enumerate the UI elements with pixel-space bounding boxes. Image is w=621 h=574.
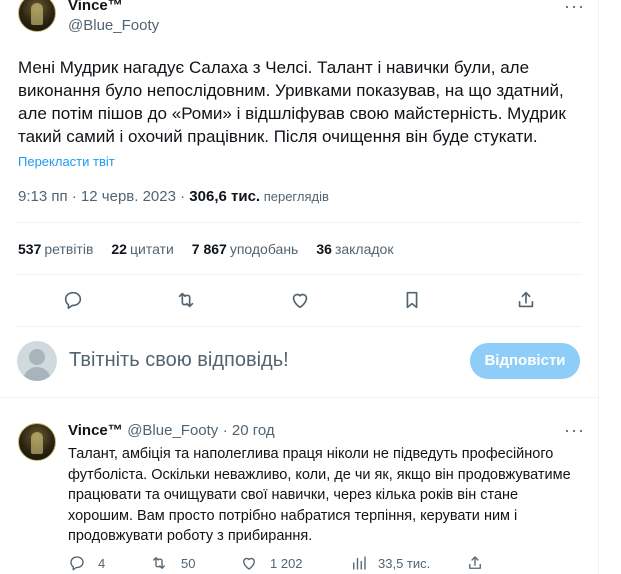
- stat-retweets[interactable]: 537 ретвітів: [18, 241, 93, 257]
- share-icon[interactable]: [515, 289, 537, 311]
- share-icon[interactable]: [466, 554, 484, 572]
- more-options-icon[interactable]: ···: [564, 0, 585, 17]
- like-icon[interactable]: [240, 554, 258, 572]
- reply-icon[interactable]: [68, 554, 86, 572]
- author-avatar[interactable]: [18, 0, 56, 32]
- tweet-timestamp[interactable]: 9:13 пп · 12 черв. 2023 ·: [18, 188, 189, 205]
- translate-tweet-link[interactable]: Перекласти твіт: [18, 154, 115, 169]
- divider: [16, 222, 582, 223]
- reply-author-name[interactable]: Vince™: [68, 422, 123, 439]
- tweet-meta: 9:13 пп · 12 черв. 2023 · 306,6 тис. пер…: [18, 188, 329, 205]
- reply-more-options-icon[interactable]: ···: [564, 420, 585, 441]
- reply-author-avatar[interactable]: [18, 423, 56, 461]
- bookmark-icon[interactable]: [401, 289, 423, 311]
- reply-icon[interactable]: [62, 289, 84, 311]
- stat-quotes[interactable]: 22 цитати: [111, 241, 173, 257]
- retweet-count: 50: [181, 556, 196, 571]
- reply-author-handle[interactable]: @Blue_Footy: [127, 422, 218, 439]
- divider: [16, 274, 582, 275]
- reply-age[interactable]: · 20 год: [223, 422, 275, 439]
- reply-actions: 4 50 1 202 33,5 тис.: [68, 554, 588, 574]
- stat-likes[interactable]: 7 867 уподобань: [192, 241, 299, 257]
- divider: [16, 326, 582, 327]
- tweet-detail-panel: Vince™ @Blue_Footy ··· Мені Мудрик нагад…: [0, 0, 599, 574]
- reply-button[interactable]: Відповісти: [470, 343, 580, 379]
- reply-count: 4: [98, 556, 106, 571]
- stat-bookmarks[interactable]: 36 закладок: [316, 241, 393, 257]
- author-name[interactable]: Vince™: [68, 0, 123, 14]
- current-user-avatar[interactable]: [17, 341, 57, 381]
- views-label: переглядів: [260, 189, 329, 204]
- like-icon[interactable]: [289, 289, 311, 311]
- reply-text: Талант, амбіція та наполеглива праця нік…: [68, 446, 571, 544]
- views-value: 306,6 тис.: [189, 188, 261, 205]
- divider: [0, 397, 598, 398]
- reply-input[interactable]: Твітніть свою відповідь!: [69, 349, 449, 372]
- retweet-icon[interactable]: [150, 554, 168, 572]
- tweet-text: Мені Мудрик нагадує Салаха з Челсі. Тала…: [18, 58, 566, 146]
- reply-header: Vince™ @Blue_Footy · 20 год: [68, 422, 275, 440]
- views-count: 33,5 тис.: [378, 556, 431, 571]
- like-count: 1 202: [270, 556, 303, 571]
- engagement-stats: 537 ретвітів 22 цитати 7 867 уподобань 36 за…: [18, 241, 393, 257]
- retweet-icon[interactable]: [175, 289, 197, 311]
- author-handle[interactable]: @Blue_Footy: [68, 17, 159, 34]
- views-icon[interactable]: [350, 554, 368, 572]
